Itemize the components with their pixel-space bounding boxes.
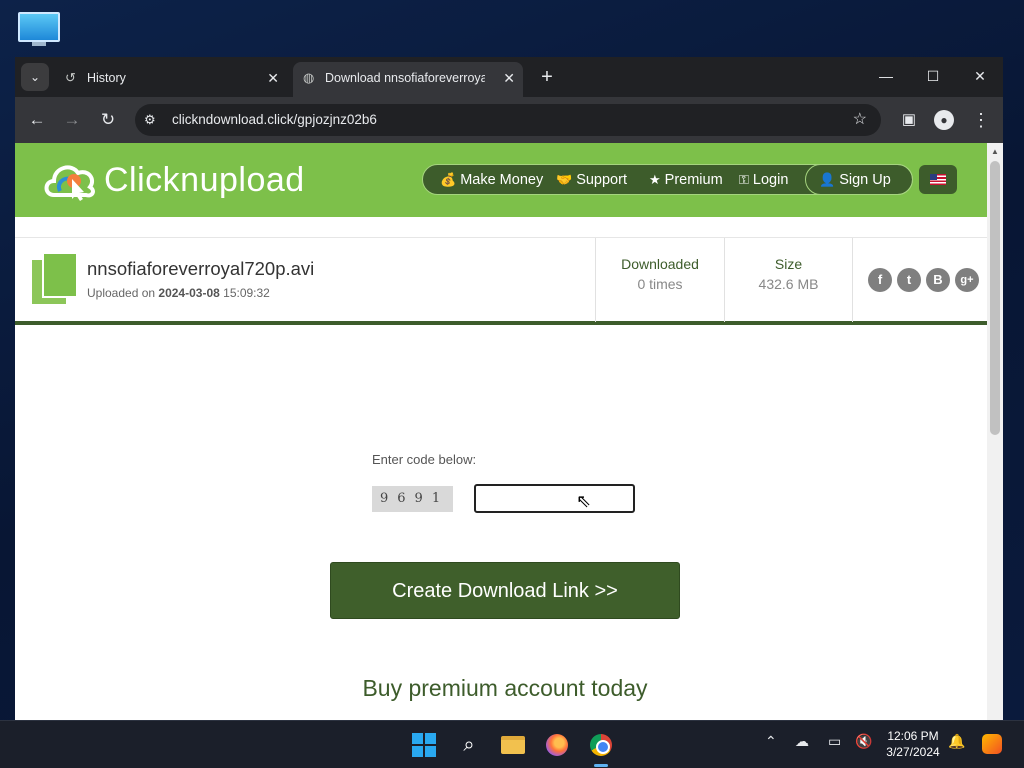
top-navigation: 💰 Make Money 🤝 Support ★ Premium ⚿ Login 👤 Si… [422, 164, 913, 195]
scroll-up-icon[interactable]: ▲ [991, 147, 999, 156]
cloud-logo-icon [44, 165, 95, 201]
windows-start-icon[interactable] [410, 731, 438, 759]
site-header: Clicknupload 💰 Make Money 🤝 Support ★ Premi… [15, 143, 987, 217]
twitter-share-icon[interactable]: t [897, 268, 921, 292]
size-label: Size [774, 256, 803, 272]
url-text[interactable]: clickndownload.click/gpjozjnz02b6 [172, 104, 377, 136]
nav-label: Premium [664, 172, 723, 188]
size-stat: Size 432.6 MB [724, 238, 853, 322]
menu-kebab-icon[interactable]: ⋮ [967, 106, 995, 134]
onedrive-offline-icon[interactable]: ☁ [795, 733, 809, 750]
create-download-link-button[interactable]: Create Download Link >> [330, 562, 680, 619]
nav-login[interactable]: ⚿ Login [739, 165, 788, 195]
side-panel-icon[interactable]: ▣ [895, 106, 923, 134]
address-bar[interactable]: ⚙ clickndownload.click/gpjozjnz02b6 ☆ [135, 104, 881, 136]
premium-heading: Buy premium account today [362, 675, 648, 701]
vk-share-icon[interactable]: B [926, 268, 950, 292]
tab-search-button[interactable]: ⌄ [21, 63, 49, 91]
nav-label: Make Money [460, 172, 544, 188]
search-icon[interactable]: ⌕ [455, 731, 483, 759]
copilot-icon[interactable] [982, 734, 1002, 754]
handshake-icon: 🤝 [556, 172, 573, 187]
bookmark-star-icon[interactable]: ☆ [853, 104, 867, 136]
page-scrollbar[interactable]: ▲ [987, 143, 1003, 720]
active-app-indicator [594, 764, 608, 767]
file-name: nnsofiaforeverroyal720p.avi [87, 258, 315, 279]
upload-date-value: 2024-03-08 [158, 286, 220, 300]
firefox-icon[interactable] [543, 731, 571, 759]
size-value: 432.6 MB [758, 276, 819, 292]
tab-history[interactable]: ↺ History ✕ [55, 62, 287, 97]
downloaded-label: Downloaded [621, 256, 699, 272]
new-tab-button[interactable]: + [533, 63, 561, 91]
browser-window: ⌄ ↺ History ✕ ◍ Download nnsofiaforeverr… [15, 57, 1003, 720]
file-info-bar: nnsofiaforeverroyal720p.avi Uploaded on … [15, 237, 987, 325]
close-tab-icon[interactable]: ✕ [267, 62, 279, 94]
browser-toolbar: ← → ↻ ⚙ clickndownload.click/gpjozjnz02b… [15, 97, 1003, 143]
key-icon: ⚿ [739, 172, 749, 187]
downloaded-stat: Downloaded 0 times [595, 238, 724, 322]
upload-time-value: 15:09:32 [223, 286, 270, 300]
downloaded-value: 0 times [637, 276, 683, 292]
add-user-icon: 👤 [819, 172, 836, 187]
back-button[interactable]: ← [23, 106, 51, 134]
nav-support[interactable]: 🤝 Support [556, 165, 627, 195]
this-pc-icon[interactable] [18, 12, 60, 48]
captcha-label: Enter code below: [372, 452, 477, 467]
network-icon[interactable]: ▭ [828, 733, 841, 750]
site-logo[interactable]: Clicknupload [42, 155, 332, 207]
taskbar-clock[interactable]: 12:06 PM 3/27/2024 [878, 728, 948, 760]
brand-name: Clicknupload [104, 161, 305, 199]
upload-prefix: Uploaded on [87, 286, 156, 300]
notification-bell-icon[interactable]: 🔔 [948, 733, 965, 750]
mouse-cursor-icon: ⇖ [576, 491, 592, 511]
reload-button[interactable]: ↻ [94, 106, 122, 134]
facebook-share-icon[interactable]: f [868, 268, 892, 292]
money-bag-icon: 💰 [440, 172, 457, 187]
us-flag-icon [930, 174, 946, 185]
volume-muted-icon[interactable]: 🔇 [855, 733, 872, 750]
profile-button[interactable]: ● [930, 106, 958, 134]
globe-icon: ◍ [303, 70, 315, 85]
google-plus-share-icon[interactable]: g+ [955, 268, 979, 292]
file-copy-icon [32, 252, 78, 306]
profile-avatar-icon: ● [934, 110, 954, 130]
close-tab-icon[interactable]: ✕ [503, 62, 515, 94]
close-window-button[interactable]: ✕ [957, 57, 1003, 97]
tab-download[interactable]: ◍ Download nnsofiaforeverroyal7 ✕ [293, 62, 523, 97]
file-explorer-icon[interactable] [499, 731, 527, 759]
clock-time: 12:06 PM [887, 729, 939, 743]
nav-signup[interactable]: 👤 Sign Up [819, 165, 891, 195]
nav-label: Login [752, 172, 789, 188]
minimize-button[interactable]: — [863, 57, 909, 97]
nav-label: Support [576, 172, 627, 188]
tab-strip: ⌄ ↺ History ✕ ◍ Download nnsofiaforeverr… [15, 57, 1003, 97]
forward-button[interactable]: → [58, 106, 86, 134]
nav-label: Sign Up [839, 172, 891, 188]
site-info-icon[interactable]: ⚙ [144, 104, 156, 136]
page-viewport: Clicknupload 💰 Make Money 🤝 Support ★ Premi… [15, 143, 987, 720]
captcha-code-image: 9691 [372, 486, 453, 512]
star-icon: ★ [649, 172, 661, 187]
captcha-input[interactable] [474, 484, 635, 513]
nav-premium[interactable]: ★ Premium [649, 165, 723, 195]
maximize-button[interactable]: ☐ [910, 57, 956, 97]
show-hidden-icons-chevron[interactable]: ⌃ [765, 733, 777, 750]
language-button[interactable] [919, 165, 957, 194]
chrome-icon[interactable] [587, 731, 615, 759]
tab-label: History [87, 71, 126, 85]
nav-make-money[interactable]: 💰 Make Money [440, 165, 543, 195]
clock-date: 3/27/2024 [886, 745, 940, 759]
tab-label: Download nnsofiaforeverroyal7 [325, 71, 485, 85]
taskbar: ⌕ ⌃ ☁ ▭ 🔇 12:06 PM 3/27/2024 🔔 [0, 720, 1024, 768]
upload-date: Uploaded on 2024-03-08 15:09:32 [87, 286, 270, 300]
history-icon: ↺ [65, 70, 76, 85]
scrollbar-thumb[interactable] [990, 161, 1000, 435]
